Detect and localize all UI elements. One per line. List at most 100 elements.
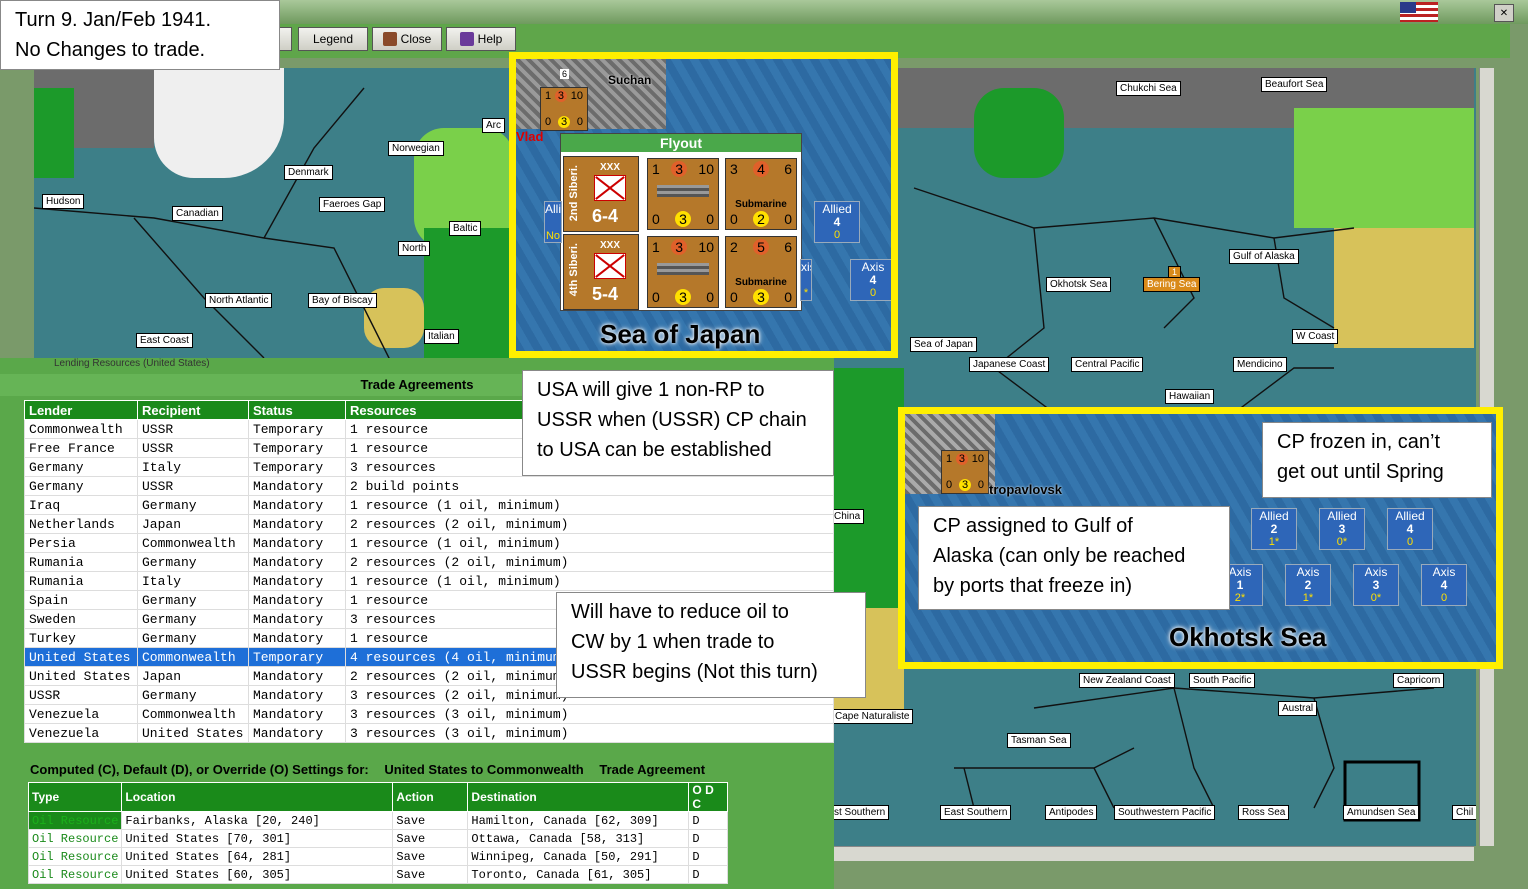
- okhotsk-naval-counter[interactable]: 1 3 10 030: [941, 450, 989, 494]
- map-label-italian[interactable]: Italian: [424, 329, 459, 344]
- settings-row[interactable]: Oil Resource United States [70, 301] Save O…: [27, 829, 728, 848]
- sea-zone-box[interactable]: Axis 2 1*: [1285, 564, 1331, 606]
- map-label-east-coast[interactable]: East Coast: [136, 333, 193, 348]
- recipient-cell: USSR: [137, 438, 249, 458]
- close-button[interactable]: Close: [372, 27, 442, 51]
- map-label-north-atlantic[interactable]: North Atlantic: [205, 293, 273, 308]
- map-label-antipodes[interactable]: Antipodes: [1045, 805, 1098, 820]
- allied-zone-partial[interactable]: Alli No: [544, 201, 562, 243]
- map-label-hawaiian[interactable]: Hawaiian: [1165, 389, 1215, 404]
- map-label-gulf-of-alaska[interactable]: Gulf of Alaska: [1229, 249, 1299, 264]
- column-lender[interactable]: Lender: [24, 400, 138, 420]
- ship-counter-2[interactable]: 1 3 10 030: [647, 236, 719, 308]
- map-label-hudson[interactable]: Hudson: [42, 194, 85, 209]
- column-odc[interactable]: O D C: [688, 782, 728, 812]
- column-action[interactable]: Action: [392, 782, 469, 812]
- map-label-norwegian[interactable]: Norwegian: [388, 141, 444, 156]
- map-label-tasman-sea[interactable]: Tasman Sea: [1007, 733, 1071, 748]
- map-label-cape-naturaliste[interactable]: Cape Naturaliste: [831, 709, 914, 724]
- map-label-new-zealand-coast[interactable]: New Zealand Coast: [1079, 673, 1175, 688]
- axis-zone-partial[interactable]: xis *: [800, 259, 812, 301]
- map-label-japanese-coast[interactable]: Japanese Coast: [969, 357, 1050, 372]
- map-label-w-coast[interactable]: W Coast: [1292, 329, 1339, 344]
- legend-button[interactable]: Legend: [298, 27, 368, 51]
- status-cell: Mandatory: [248, 666, 346, 686]
- trade-row[interactable]: Persia Commonwealth Mandatory 1 resource (1…: [24, 533, 834, 553]
- column-type[interactable]: Type: [27, 782, 123, 812]
- ship-counter-1[interactable]: 1 3 10 030: [647, 158, 719, 230]
- infantry-counter-2nd-siberian[interactable]: 2nd Siberi. XXX 6-4: [563, 156, 639, 232]
- map-label-bay-of-biscay[interactable]: Bay of Biscay: [308, 293, 377, 308]
- submarine-counter-2[interactable]: 256 Submarine 030: [725, 236, 797, 308]
- map-label-okhotsk-sea[interactable]: Okhotsk Sea: [1046, 277, 1112, 292]
- cp-frozen-line-2: get out until Spring: [1277, 461, 1444, 483]
- column-destination[interactable]: Destination: [467, 782, 690, 812]
- s2-b: 3: [671, 239, 688, 255]
- sea-zone-box[interactable]: Allied 2 1*: [1251, 508, 1297, 550]
- map-label-denmark[interactable]: Denmark: [284, 165, 333, 180]
- sea-zone-box[interactable]: Allied 3 0*: [1319, 508, 1365, 550]
- settings-row[interactable]: Oil Resource United States [60, 305] Save T…: [27, 865, 728, 884]
- map-label-mendicino[interactable]: Mendicino: [1233, 357, 1287, 372]
- map-label-sea-of-japan[interactable]: Sea of Japan: [910, 337, 977, 352]
- lender-cell: Venezuela: [24, 723, 138, 743]
- help-button[interactable]: Help: [446, 27, 516, 51]
- inf1-strength: 6-4: [592, 206, 619, 226]
- trade-row[interactable]: Iraq Germany Mandatory 1 resource (1 oil, m…: [24, 495, 834, 515]
- map-label-china[interactable]: China: [830, 509, 865, 524]
- trade-row[interactable]: Venezuela Commonwealth Mandatory 3 resource…: [24, 704, 834, 724]
- oc-a: 1: [946, 453, 953, 465]
- map-label-amundsen-sea[interactable]: Amundsen Sea: [1343, 805, 1420, 820]
- action-cell: Save: [392, 829, 469, 848]
- status-cell: Mandatory: [248, 514, 346, 534]
- map-label-st-southern[interactable]: st Southern: [830, 805, 890, 820]
- trade-row[interactable]: Netherlands Japan Mandatory 2 resources (2 …: [24, 514, 834, 534]
- map-label-arc[interactable]: Arc: [482, 118, 505, 133]
- map-label-chukchi-sea[interactable]: Chukchi Sea: [1116, 81, 1181, 96]
- close-window-icon[interactable]: ✕: [1494, 4, 1514, 22]
- type-cell: Oil Resource: [27, 865, 123, 884]
- sea-zone-box[interactable]: Axis 4 0: [1421, 564, 1467, 606]
- map-label-southwestern-pacific[interactable]: Southwestern Pacific: [1114, 805, 1216, 820]
- map-label-canadian[interactable]: Canadian: [172, 206, 223, 221]
- column-location[interactable]: Location: [121, 782, 394, 812]
- map-label-south-pacific[interactable]: South Pacific: [1189, 673, 1256, 688]
- sea-zone-box[interactable]: Axis 3 0*: [1353, 564, 1399, 606]
- zone-s: 1*: [1302, 592, 1314, 604]
- s1-e: 3: [675, 211, 691, 227]
- zone-s: 1*: [1268, 536, 1280, 548]
- status-cell: Mandatory: [248, 571, 346, 591]
- sea-zone-box[interactable]: Allied 4 0: [1387, 508, 1433, 550]
- map-label-capricorn[interactable]: Capricorn: [1393, 673, 1445, 688]
- trade-row[interactable]: Rumania Italy Mandatory 1 resource (1 oil, …: [24, 571, 834, 591]
- column-recipient[interactable]: Recipient: [137, 400, 249, 420]
- infantry-counter-4th-siberian[interactable]: 4th Siberi. XXX 5-4: [563, 234, 639, 310]
- recipient-cell: Commonwealth: [137, 647, 249, 667]
- action-cell: Save: [392, 865, 469, 884]
- column-status[interactable]: Status: [248, 400, 346, 420]
- allied-zone-4[interactable]: Allied 4 0: [814, 201, 860, 243]
- infantry-symbol-icon: [594, 253, 626, 279]
- axis-zone-4[interactable]: Axis 4 0: [850, 259, 891, 301]
- map-label-faeroes-gap[interactable]: Faeroes Gap: [319, 197, 386, 212]
- settings-row[interactable]: Oil Resource Fairbanks, Alaska [20, 240] S…: [27, 811, 728, 830]
- map-label-east-southern[interactable]: East Southern: [940, 805, 1012, 820]
- recipient-cell: Germany: [137, 590, 249, 610]
- map-label-bering-sea[interactable]: Bering Sea: [1143, 277, 1201, 292]
- trade-row[interactable]: Germany USSR Mandatory 2 build points: [24, 476, 834, 496]
- map-label-chil[interactable]: Chil: [1452, 805, 1476, 820]
- trade-row[interactable]: Venezuela United States Mandatory 3 resourc…: [24, 723, 834, 743]
- submarine-counter-1[interactable]: 346 Submarine 020: [725, 158, 797, 230]
- map-label-north[interactable]: North: [398, 241, 431, 256]
- trade-row[interactable]: Rumania Germany Mandatory 2 resources (2 oi…: [24, 552, 834, 572]
- resource-settings-table[interactable]: Type Location Action Destination O D C O…: [27, 782, 728, 884]
- unit-flyout[interactable]: Flyout 2nd Siberi. XXX 6-4 4th Siberi. X…: [560, 133, 802, 311]
- map-horizontal-scrollbar[interactable]: [834, 846, 1474, 861]
- settings-row[interactable]: Oil Resource United States [64, 281] Save W…: [27, 847, 728, 866]
- map-label-ross-sea[interactable]: Ross Sea: [1238, 805, 1290, 820]
- map-label-central-pacific[interactable]: Central Pacific: [1071, 357, 1144, 372]
- map-naval-counter[interactable]: 1 3 10 030: [540, 87, 588, 131]
- map-label-austral[interactable]: Austral: [1278, 701, 1318, 716]
- map-label-baltic[interactable]: Baltic: [449, 221, 482, 236]
- map-label-beaufort-sea[interactable]: Beaufort Sea: [1261, 77, 1328, 92]
